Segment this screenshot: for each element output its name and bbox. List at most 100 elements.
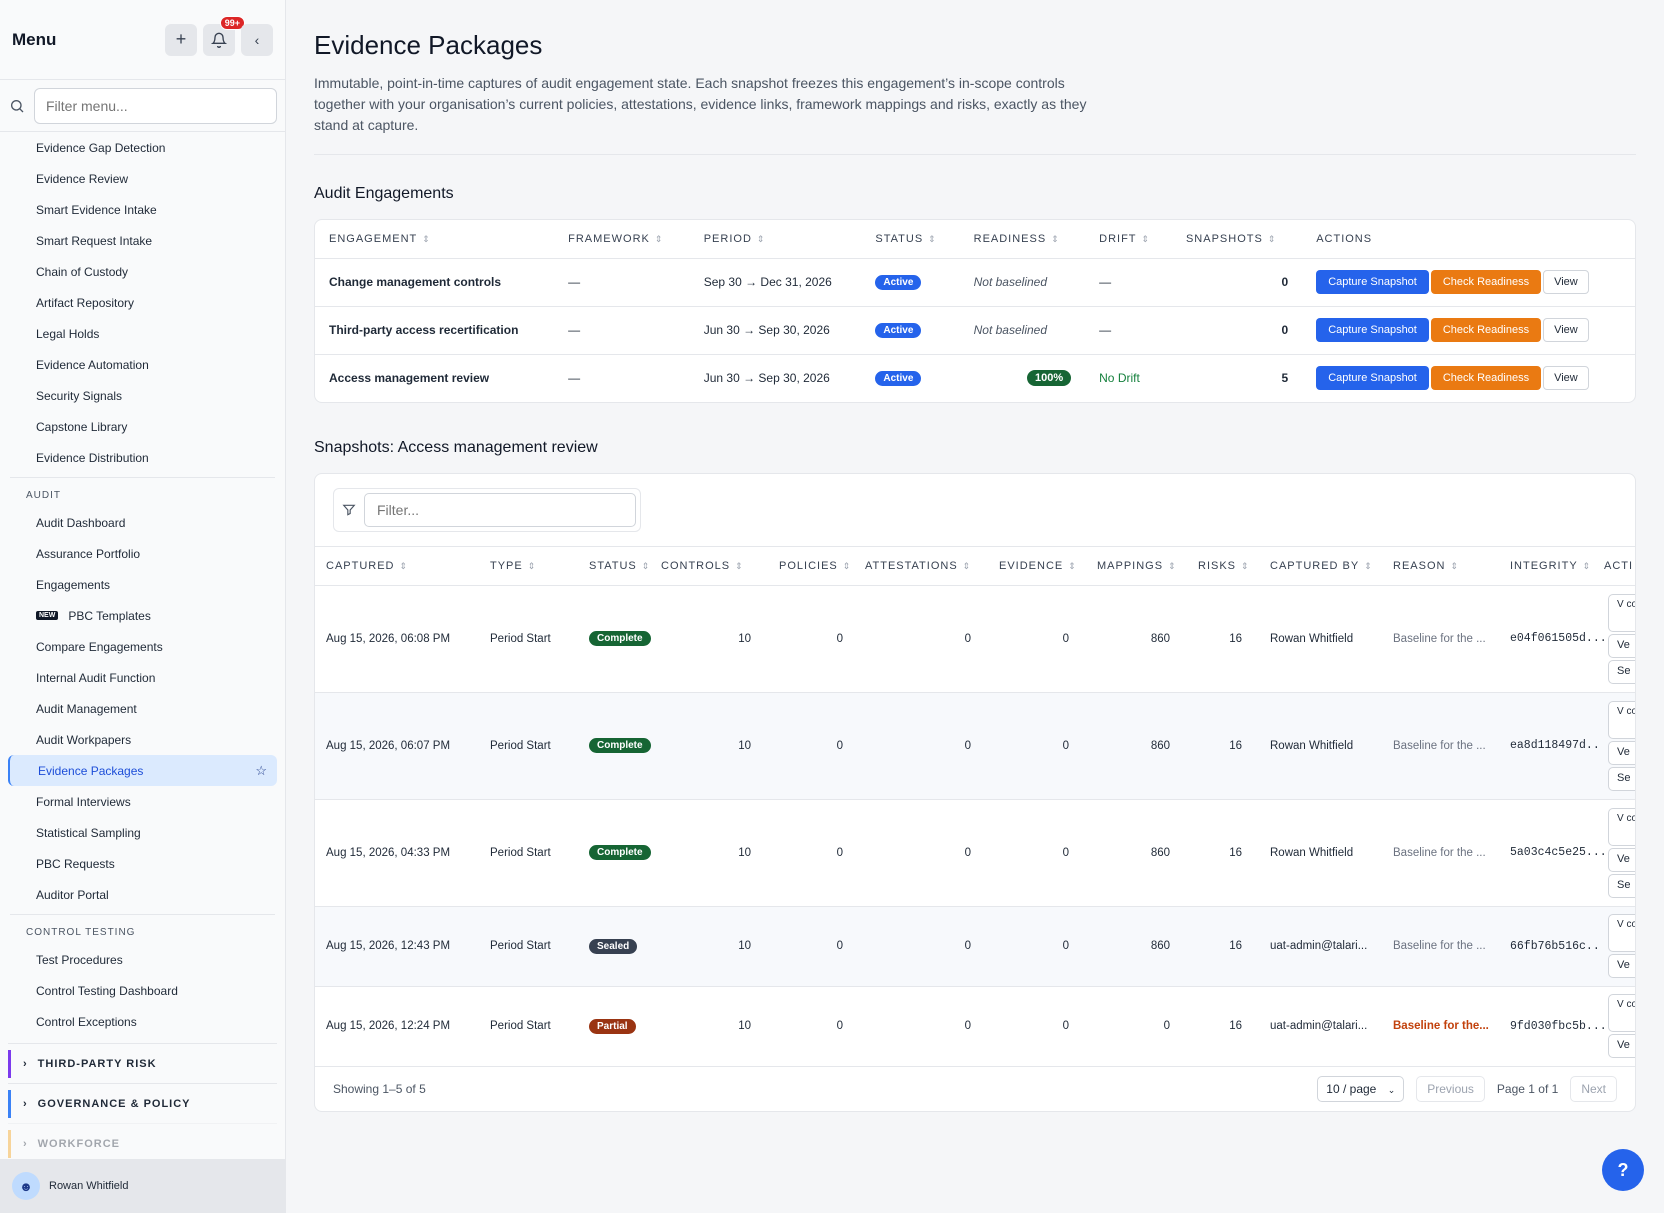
- capture-snapshot-button[interactable]: Capture Snapshot: [1316, 318, 1429, 342]
- sidebar-item[interactable]: Audit Dashboard: [0, 507, 277, 538]
- sidebar-item[interactable]: Assurance Portfolio: [0, 538, 277, 569]
- table-row[interactable]: Aug 15, 2026, 06:08 PM Period Start Comple…: [315, 585, 1635, 693]
- column-header[interactable]: STATUS ⇕: [575, 547, 661, 586]
- previous-button[interactable]: Previous: [1416, 1075, 1485, 1102]
- row-action-button[interactable]: Ve: [1608, 740, 1635, 765]
- column-header[interactable]: ATTESTATIONS ⇕: [857, 547, 985, 586]
- status-badge: Sealed: [589, 938, 638, 954]
- collapse-sidebar-button[interactable]: ‹: [241, 23, 273, 56]
- view-button[interactable]: View: [1543, 366, 1589, 391]
- row-action-button[interactable]: V co: [1608, 994, 1635, 1032]
- sidebar-item[interactable]: Chain of Custody: [0, 256, 277, 287]
- row-action-button[interactable]: Ve: [1608, 847, 1635, 872]
- table-row[interactable]: Access management review — Jun 30 → Sep …: [315, 354, 1635, 402]
- sidebar-item[interactable]: Formal Interviews: [0, 786, 277, 817]
- risks-cell: 16: [1184, 906, 1256, 987]
- group-governance-policy[interactable]: › GOVERNANCE & POLICY: [8, 1083, 277, 1123]
- column-header[interactable]: STATUS ⇕: [861, 220, 960, 259]
- column-header[interactable]: PERIOD ⇕: [689, 220, 862, 259]
- sidebar-item[interactable]: Smart Evidence Intake: [0, 194, 277, 225]
- evidence-cell: 0: [985, 692, 1083, 800]
- capture-snapshot-button[interactable]: Capture Snapshot: [1316, 366, 1429, 391]
- sidebar-item[interactable]: Control Exceptions: [0, 1006, 277, 1037]
- column-header[interactable]: CAPTURED ⇕: [315, 547, 476, 586]
- sidebar-item[interactable]: Statistical Sampling: [0, 817, 277, 848]
- table-row[interactable]: Aug 15, 2026, 12:43 PM Period Start Sealed…: [315, 906, 1635, 987]
- column-header[interactable]: CAPTURED BY ⇕: [1256, 547, 1379, 586]
- sidebar-item[interactable]: Evidence Distribution: [0, 442, 277, 473]
- next-button[interactable]: Next: [1570, 1075, 1617, 1102]
- column-header[interactable]: DRIFT ⇕: [1085, 220, 1172, 259]
- sidebar-item[interactable]: Compare Engagements: [0, 631, 277, 662]
- row-action-button[interactable]: V co: [1608, 700, 1635, 739]
- menu-filter-input[interactable]: [34, 87, 277, 124]
- sidebar-item[interactable]: Engagements: [0, 569, 277, 600]
- sidebar-item[interactable]: Internal Audit Function: [0, 662, 277, 693]
- help-button[interactable]: ?: [1602, 1149, 1644, 1191]
- per-page-select[interactable]: 10 / page ⌄: [1317, 1075, 1405, 1102]
- reason-cell: Baseline for the ...: [1379, 906, 1496, 987]
- row-action-button[interactable]: Se: [1608, 873, 1635, 898]
- sidebar-item[interactable]: Artifact Repository: [0, 287, 277, 318]
- column-header[interactable]: EVIDENCE ⇕: [985, 547, 1083, 586]
- sidebar-item-pbc-templates[interactable]: NEW PBC Templates: [0, 600, 277, 631]
- sidebar-item[interactable]: Evidence Automation: [0, 349, 277, 380]
- table-row[interactable]: Aug 15, 2026, 12:24 PM Period Start Partia…: [315, 986, 1635, 1067]
- column-header[interactable]: RISKS ⇕: [1184, 547, 1256, 586]
- sort-icon: ⇕: [842, 560, 852, 571]
- group-label: THIRD-PARTY RISK: [37, 1057, 157, 1070]
- column-header[interactable]: POLICIES ⇕: [765, 547, 857, 586]
- view-button[interactable]: View: [1543, 270, 1589, 294]
- row-action-button[interactable]: Se: [1608, 766, 1635, 791]
- table-row[interactable]: Aug 15, 2026, 06:07 PM Period Start Comple…: [315, 692, 1635, 800]
- column-header[interactable]: INTEGRITY ⇕: [1496, 547, 1598, 586]
- group-workforce[interactable]: › WORKFORCE: [8, 1123, 277, 1163]
- column-header[interactable]: ENGAGEMENT ⇕: [315, 220, 555, 259]
- column-header[interactable]: READINESS ⇕: [959, 220, 1086, 259]
- sort-icon: ⇕: [962, 560, 972, 571]
- integrity-cell: ea8d118497d...: [1496, 692, 1607, 800]
- view-button[interactable]: View: [1543, 318, 1589, 342]
- row-action-button[interactable]: V co: [1608, 807, 1635, 846]
- table-row[interactable]: Aug 15, 2026, 04:33 PM Period Start Comple…: [315, 799, 1635, 907]
- column-header[interactable]: TYPE ⇕: [476, 547, 575, 586]
- column-header[interactable]: MAPPINGS ⇕: [1083, 547, 1184, 586]
- row-action-button[interactable]: Ve: [1608, 633, 1635, 658]
- capture-snapshot-button[interactable]: Capture Snapshot: [1316, 270, 1429, 294]
- group-third-party-risk[interactable]: › THIRD-PARTY RISK: [8, 1043, 277, 1083]
- sidebar-item[interactable]: Test Procedures: [0, 944, 277, 975]
- actions-cell: Capture Snapshot Check Readiness View: [1302, 306, 1635, 355]
- check-readiness-button[interactable]: Check Readiness: [1430, 366, 1542, 391]
- check-readiness-button[interactable]: Check Readiness: [1430, 318, 1542, 342]
- add-button[interactable]: +: [165, 23, 197, 56]
- star-icon[interactable]: ☆: [255, 763, 267, 779]
- row-action-button[interactable]: V co: [1608, 593, 1635, 632]
- sidebar-item-evidence-packages[interactable]: Evidence Packages ☆: [8, 755, 277, 786]
- column-header[interactable]: CONTROLS ⇕: [661, 547, 765, 586]
- sidebar-item[interactable]: Control Testing Dashboard: [0, 975, 277, 1006]
- sidebar-item[interactable]: Security Signals: [0, 380, 277, 411]
- snapshot-filter-input[interactable]: [364, 493, 636, 527]
- sidebar-item[interactable]: Evidence Review: [0, 163, 277, 194]
- row-action-button[interactable]: V co: [1608, 914, 1635, 952]
- table-row[interactable]: Third-party access recertification — Jun…: [315, 306, 1635, 355]
- row-action-button[interactable]: Ve: [1608, 954, 1635, 978]
- sidebar-item[interactable]: Auditor Portal: [0, 879, 277, 910]
- sidebar-item[interactable]: Audit Management: [0, 693, 277, 724]
- sidebar-item[interactable]: Evidence Gap Detection: [0, 132, 277, 163]
- sidebar-item[interactable]: Smart Request Intake: [0, 225, 277, 256]
- sidebar-item[interactable]: Audit Workpapers: [0, 724, 277, 755]
- row-action-button[interactable]: Ve: [1608, 1034, 1635, 1058]
- table-row[interactable]: Change management controls — Sep 30 → De…: [315, 258, 1635, 307]
- actions-cell: Capture Snapshot Check Readiness View: [1302, 258, 1635, 307]
- sidebar-item[interactable]: Legal Holds: [0, 318, 277, 349]
- user-footer[interactable]: ☻ Rowan Whitfield: [0, 1159, 285, 1213]
- notifications-button[interactable]: 99+: [203, 15, 245, 56]
- row-action-button[interactable]: Se: [1608, 659, 1635, 684]
- sidebar-item[interactable]: PBC Requests: [0, 848, 277, 879]
- check-readiness-button[interactable]: Check Readiness: [1430, 270, 1542, 294]
- sidebar-item[interactable]: Capstone Library: [0, 411, 277, 442]
- column-header[interactable]: FRAMEWORK ⇕: [554, 220, 690, 259]
- column-header[interactable]: REASON ⇕: [1379, 547, 1496, 586]
- column-header[interactable]: SNAPSHOTS ⇕: [1171, 220, 1303, 259]
